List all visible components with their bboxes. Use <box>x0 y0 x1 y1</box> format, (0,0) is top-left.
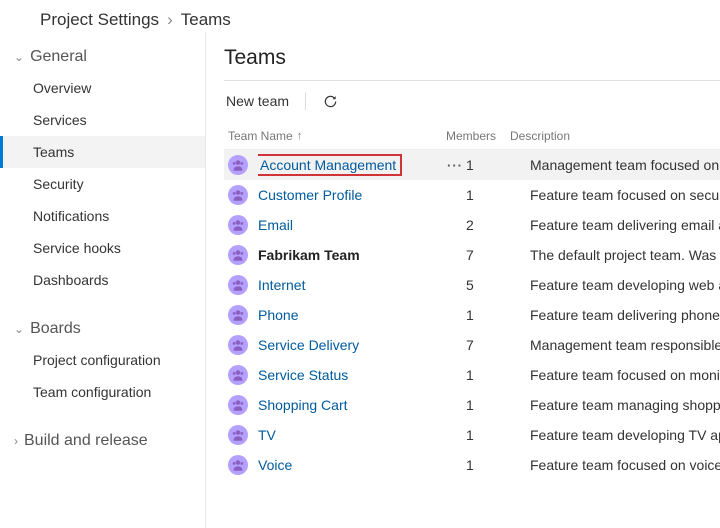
team-avatar-icon <box>228 155 248 175</box>
table-row[interactable]: Fabrikam Team 7The default project team. … <box>224 240 720 270</box>
team-description: Management team focused on creating an <box>530 157 720 173</box>
team-name-link[interactable]: TV <box>258 427 444 443</box>
chevron-down-icon: ⌄ <box>14 322 24 336</box>
team-avatar-icon <box>228 215 248 235</box>
column-header-name[interactable]: Team Name ↑ <box>228 129 446 143</box>
team-name-link[interactable]: Voice <box>258 457 444 473</box>
team-description: Feature team developing web apps <box>530 277 720 293</box>
member-count: 1 <box>466 427 530 443</box>
table-row[interactable]: TV 1Feature team developing TV apps <box>224 420 720 450</box>
table-row[interactable]: Customer Profile 1Feature team focused on… <box>224 180 720 210</box>
page-title: Teams <box>224 46 720 80</box>
team-name-link[interactable]: Service Delivery <box>258 337 444 353</box>
table-row[interactable]: Email 2Feature team delivering email apps <box>224 210 720 240</box>
divider <box>224 80 720 81</box>
member-count: 7 <box>466 337 530 353</box>
team-description: Feature team managing shopping cart app <box>530 397 720 413</box>
sidebar-item[interactable]: Overview <box>0 72 205 104</box>
team-avatar-icon <box>228 425 248 445</box>
table-header: Team Name ↑ Members Description <box>224 123 720 150</box>
team-avatar-icon <box>228 395 248 415</box>
section-header[interactable]: ⌄ Boards <box>0 314 205 344</box>
table-row[interactable]: Service Status 1Feature team focused on m… <box>224 360 720 390</box>
chevron-right-icon: › <box>167 10 173 30</box>
table-row[interactable]: Account Management ···1Management team fo… <box>224 150 720 180</box>
breadcrumb-parent[interactable]: Project Settings <box>40 10 159 30</box>
team-description: Feature team delivering email apps <box>530 217 720 233</box>
section-header[interactable]: › Build and release <box>0 426 205 456</box>
new-team-button[interactable]: New team <box>224 89 291 113</box>
team-name-link[interactable]: Customer Profile <box>258 187 444 203</box>
sidebar-item[interactable]: Dashboards <box>0 264 205 296</box>
member-count: 1 <box>466 457 530 473</box>
team-avatar-icon <box>228 455 248 475</box>
team-name-link[interactable]: Internet <box>258 277 444 293</box>
toolbar-separator <box>305 92 306 110</box>
sort-ascending-icon: ↑ <box>297 130 303 142</box>
table-row[interactable]: Shopping Cart 1Feature team managing shop… <box>224 390 720 420</box>
team-description: Feature team focused on monitoring and a <box>530 367 720 383</box>
table-row[interactable]: Internet 5Feature team developing web app… <box>224 270 720 300</box>
sidebar-item[interactable]: Project configuration <box>0 344 205 376</box>
section-title: Boards <box>30 320 81 338</box>
column-header-description[interactable]: Description <box>510 129 720 143</box>
section-header[interactable]: ⌄ General <box>0 42 205 72</box>
member-count: 2 <box>466 217 530 233</box>
team-name-link[interactable]: Fabrikam Team <box>258 247 444 263</box>
section-title: General <box>30 48 87 66</box>
table-row[interactable]: Service Delivery 7Management team respons… <box>224 330 720 360</box>
team-name-link[interactable]: Email <box>258 217 444 233</box>
team-name-link[interactable]: Phone <box>258 307 444 323</box>
team-avatar-icon <box>228 185 248 205</box>
refresh-icon <box>323 94 338 109</box>
breadcrumb: Project Settings › Teams <box>0 0 720 32</box>
team-description: Feature team focused on voice communic <box>530 457 720 473</box>
member-count: 1 <box>466 397 530 413</box>
callout-highlight: Account Management <box>258 154 402 176</box>
team-avatar-icon <box>228 365 248 385</box>
team-description: Feature team delivering phone apps <box>530 307 720 323</box>
team-description: Feature team developing TV apps <box>530 427 720 443</box>
teams-table: Team Name ↑ Members Description Account … <box>224 123 720 480</box>
sidebar-item[interactable]: Team configuration <box>0 376 205 408</box>
member-count: 7 <box>466 247 530 263</box>
team-name-link[interactable]: Shopping Cart <box>258 397 444 413</box>
team-name-link[interactable]: Account Management <box>258 154 444 176</box>
content: Teams New team Team Name ↑ <box>206 32 720 528</box>
column-header-members[interactable]: Members <box>446 129 510 143</box>
sidebar: ⌄ General OverviewServicesTeamsSecurityNot… <box>0 32 206 528</box>
team-description: The default project team. Was Fabrikam F… <box>530 247 720 263</box>
table-row[interactable]: Phone 1Feature team delivering phone apps <box>224 300 720 330</box>
member-count: 1 <box>466 157 530 173</box>
section-title: Build and release <box>24 432 148 450</box>
chevron-down-icon: ⌄ <box>14 50 24 64</box>
member-count: 1 <box>466 367 530 383</box>
team-avatar-icon <box>228 305 248 325</box>
sidebar-item[interactable]: Notifications <box>0 200 205 232</box>
sidebar-item[interactable]: Service hooks <box>0 232 205 264</box>
team-name-link[interactable]: Service Status <box>258 367 444 383</box>
refresh-button[interactable] <box>320 91 341 112</box>
team-avatar-icon <box>228 275 248 295</box>
table-row[interactable]: Voice 1Feature team focused on voice comm… <box>224 450 720 480</box>
member-count: 5 <box>466 277 530 293</box>
member-count: 1 <box>466 307 530 323</box>
team-avatar-icon <box>228 335 248 355</box>
team-description: Feature team focused on securing accoun <box>530 187 720 203</box>
member-count: 1 <box>466 187 530 203</box>
sidebar-item[interactable]: Services <box>0 104 205 136</box>
breadcrumb-current: Teams <box>181 10 231 30</box>
row-actions-button[interactable]: ··· <box>444 158 466 173</box>
team-description: Management team responsible for ensure <box>530 337 720 353</box>
team-avatar-icon <box>228 245 248 265</box>
sidebar-item[interactable]: Teams <box>0 136 205 168</box>
sidebar-item[interactable]: Security <box>0 168 205 200</box>
column-header-name-label: Team Name <box>228 129 293 143</box>
toolbar: New team <box>224 89 720 123</box>
chevron-right-icon: › <box>14 434 18 448</box>
